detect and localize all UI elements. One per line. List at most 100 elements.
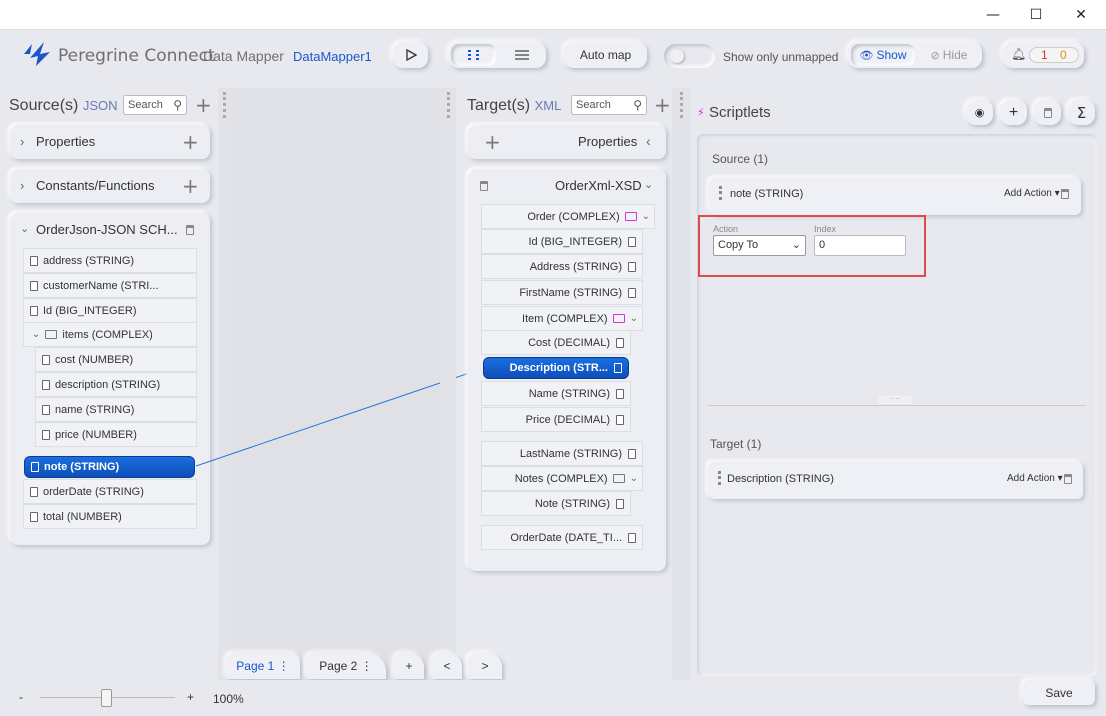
show-button[interactable]: 👁 Show	[851, 44, 915, 66]
lightning-icon: ⚡︎	[697, 107, 705, 119]
auto-map-button[interactable]: Auto map	[564, 42, 647, 68]
source-field-orderdate[interactable]: orderDate (STRING)	[23, 479, 197, 504]
chevron-down-icon[interactable]: ⌄	[32, 329, 40, 340]
target-field-cost[interactable]: Cost (DECIMAL)	[481, 330, 631, 355]
preview-button[interactable]: ◉	[966, 100, 993, 125]
add-action-button[interactable]: Add Action ▾	[1007, 473, 1063, 484]
trash-icon[interactable]	[186, 225, 194, 235]
view-toggle-group	[449, 42, 546, 68]
resize-handle[interactable]: ····	[878, 395, 912, 404]
add-action-button[interactable]: Add Action ▾	[1004, 188, 1060, 199]
add-source-button[interactable]: +	[195, 95, 212, 115]
source-field-total[interactable]: total (NUMBER)	[23, 504, 197, 529]
scriptlet-source-field: note (STRING)	[730, 188, 804, 200]
footer-bar	[0, 680, 1106, 716]
middle-splitter[interactable]	[440, 88, 456, 680]
source-search-input[interactable]: Search ⚲	[123, 95, 187, 115]
source-field-address[interactable]: address (STRING)	[23, 248, 197, 273]
target-field-item[interactable]: Item (COMPLEX) ⌄	[481, 306, 643, 331]
left-splitter[interactable]	[218, 88, 232, 680]
source-field-name[interactable]: name (STRING)	[35, 397, 197, 422]
sum-function-button[interactable]: Σ	[1068, 100, 1095, 125]
chevron-down-icon[interactable]: ⌄	[630, 473, 638, 484]
show-hide-group: 👁 Show ⊘ Hide	[848, 42, 982, 68]
target-field-notes[interactable]: Notes (COMPLEX) ⌄	[481, 466, 643, 491]
zoom-out-button[interactable]: -	[19, 690, 23, 704]
index-input[interactable]: 0	[814, 235, 906, 256]
prev-page-button[interactable]: <	[432, 653, 462, 679]
document-icon	[628, 236, 636, 247]
target-field-order[interactable]: Order (COMPLEX) ⌄	[481, 204, 655, 229]
source-panel-title: Source(s) JSON	[9, 97, 118, 114]
add-property-button[interactable]: +	[182, 132, 199, 152]
mapper-name[interactable]: DataMapper1	[293, 49, 372, 64]
source-field-price[interactable]: price (NUMBER)	[35, 422, 197, 447]
add-page-button[interactable]: +	[394, 653, 424, 679]
folder-icon	[45, 330, 58, 339]
source-field-items[interactable]: ⌄ items (COMPLEX)	[23, 322, 197, 347]
add-scriptlet-button[interactable]: +	[1000, 100, 1027, 125]
show-only-unmapped-toggle[interactable]	[664, 44, 715, 68]
target-properties-section[interactable]: + Properties ‹	[468, 125, 666, 159]
chevron-down-icon[interactable]: ⌄	[20, 222, 29, 235]
index-label: Index	[814, 224, 837, 234]
chevron-down-icon[interactable]: ⌄	[630, 313, 638, 324]
chevron-down-icon: ⌄	[791, 239, 801, 251]
folder-icon	[624, 212, 637, 221]
trash-icon[interactable]	[1064, 474, 1072, 484]
source-properties-section[interactable]: › Properties +	[10, 125, 210, 159]
zoom-in-button[interactable]: +	[187, 690, 194, 704]
maximize-button[interactable]: ☐	[1013, 4, 1059, 26]
hide-button[interactable]: ⊘ Hide	[918, 44, 980, 66]
add-constant-button[interactable]: +	[182, 176, 199, 196]
document-icon	[628, 287, 636, 298]
source-field-description[interactable]: description (STRING)	[35, 372, 197, 397]
chevron-right-icon: ›	[20, 134, 25, 149]
add-target-property-button[interactable]: +	[484, 132, 501, 152]
target-field-address[interactable]: Address (STRING)	[481, 254, 643, 279]
drag-handle-icon[interactable]	[718, 471, 721, 485]
grid-view-button[interactable]	[451, 44, 496, 66]
constants-functions-section[interactable]: › Constants/Functions +	[10, 169, 210, 203]
delete-scriptlet-button[interactable]	[1034, 100, 1061, 125]
target-field-firstname[interactable]: FirstName (STRING)	[481, 280, 643, 305]
chevron-left-icon: ‹	[646, 133, 651, 149]
zoom-slider-thumb[interactable]	[101, 689, 112, 707]
target-field-note[interactable]: Note (STRING)	[481, 491, 631, 516]
target-field-description-selected[interactable]: Description (STR...	[483, 357, 629, 379]
scriptlet-target-card[interactable]: Description (STRING) Add Action ▾	[708, 462, 1083, 499]
source-field-customername[interactable]: customerName (STRI...	[23, 273, 197, 298]
minimize-button[interactable]: —	[970, 4, 1016, 26]
target-search-input[interactable]: Search ⚲	[571, 95, 647, 115]
target-field-id[interactable]: Id (BIG_INTEGER)	[481, 229, 643, 254]
scriptlet-source-card[interactable]: note (STRING) Add Action ▾	[709, 178, 1081, 215]
drag-handle-icon[interactable]	[719, 186, 722, 200]
action-select[interactable]: Copy To ⌄	[713, 235, 806, 256]
tab-page-1[interactable]: Page 1 ⋮	[226, 653, 300, 679]
save-button[interactable]: Save	[1023, 680, 1095, 705]
right-splitter[interactable]	[672, 88, 690, 680]
add-target-button[interactable]: +	[654, 95, 671, 115]
tab-page-2[interactable]: Page 2 ⋮	[306, 653, 386, 679]
source-field-id[interactable]: Id (BIG_INTEGER)	[23, 298, 197, 323]
target-field-orderdate[interactable]: OrderDate (DATE_TI...	[481, 525, 643, 550]
trash-icon[interactable]	[1061, 189, 1069, 199]
target-field-price[interactable]: Price (DECIMAL)	[481, 407, 631, 432]
target-field-lastname[interactable]: LastName (STRING)	[481, 441, 643, 466]
notifications-button[interactable]: 🔔︎ 1 0	[1003, 42, 1084, 68]
source-field-cost[interactable]: cost (NUMBER)	[35, 347, 197, 372]
target-schema-label[interactable]: OrderXml-XSD	[555, 178, 642, 193]
source-schema-label[interactable]: OrderJson-JSON SCH...	[36, 222, 178, 237]
document-icon	[30, 280, 38, 291]
target-field-name[interactable]: Name (STRING)	[481, 381, 631, 406]
splitter-grip	[223, 92, 226, 118]
run-button[interactable]	[393, 42, 428, 68]
next-page-button[interactable]: >	[468, 653, 502, 679]
chevron-down-icon[interactable]: ⌄	[642, 211, 650, 222]
close-button[interactable]: ✕	[1058, 4, 1104, 26]
list-view-button[interactable]	[499, 44, 544, 66]
scriptlets-title: Scriptlets	[709, 104, 771, 121]
source-field-note-selected[interactable]: note (STRING)	[24, 456, 195, 478]
chevron-down-icon[interactable]: ⌄	[644, 178, 653, 191]
trash-icon[interactable]	[480, 181, 488, 191]
